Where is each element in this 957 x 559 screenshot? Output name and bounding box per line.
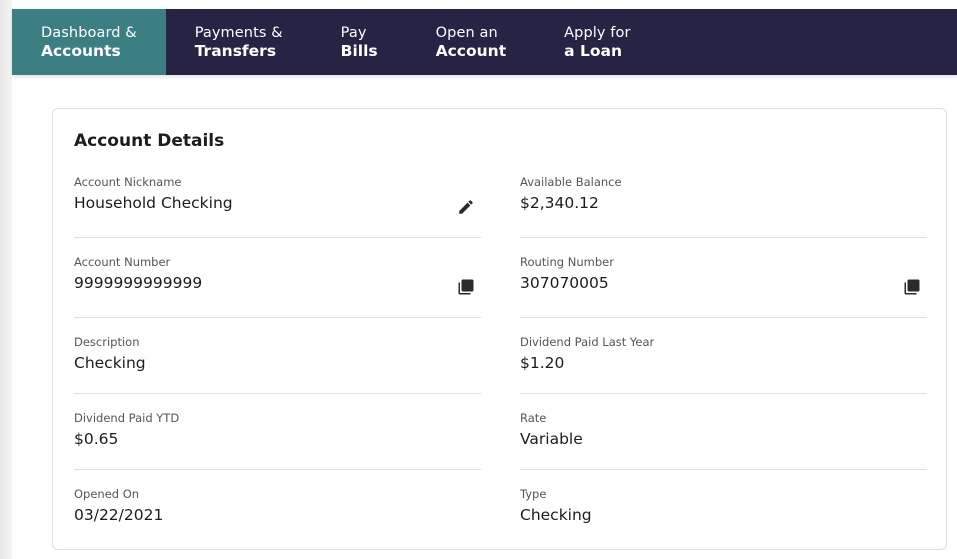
field-label: Account Nickname — [74, 175, 182, 189]
pencil-icon[interactable] — [457, 198, 475, 216]
nav-line1: Open an — [435, 24, 498, 41]
card-title: Account Details — [74, 131, 225, 151]
nav-line1: Pay — [340, 24, 367, 41]
field-label: Routing Number — [520, 255, 614, 269]
nav-line1: Dashboard & — [41, 24, 137, 41]
field-value: 03/22/2021 — [74, 506, 164, 524]
field-type: Type Checking — [520, 487, 927, 537]
nav-payments-transfers[interactable]: Payments & Transfers — [166, 9, 312, 75]
field-label: Dividend Paid Last Year — [520, 335, 655, 349]
field-label: Dividend Paid YTD — [74, 411, 180, 425]
field-opened-on: Opened On 03/22/2021 — [74, 487, 481, 537]
nav-line2: Accounts — [41, 41, 121, 60]
nav-line2: Bills — [340, 41, 378, 60]
field-label: Available Balance — [520, 175, 622, 189]
field-value: 9999999999999 — [74, 274, 203, 292]
field-description: Description Checking — [74, 335, 481, 394]
field-value: $0.65 — [74, 430, 119, 448]
copy-icon[interactable] — [457, 278, 475, 296]
left-gutter — [0, 0, 12, 559]
field-routing-number: Routing Number 307070005 — [520, 255, 927, 318]
nav-line2: Transfers — [194, 41, 277, 60]
nav-open-account[interactable]: Open an Account — [407, 9, 536, 75]
field-rate: Rate Variable — [520, 411, 927, 470]
main-nav: Dashboard & Accounts Payments & Transfer… — [12, 9, 957, 75]
field-value: 307070005 — [520, 274, 609, 292]
field-account-nickname: Account Nickname Household Checking — [74, 175, 481, 238]
field-label: Opened On — [74, 487, 140, 501]
field-value: $2,340.12 — [520, 194, 599, 212]
field-label: Description — [74, 335, 140, 349]
copy-icon[interactable] — [903, 278, 921, 296]
field-label: Account Number — [74, 255, 171, 269]
nav-dashboard-accounts[interactable]: Dashboard & Accounts — [12, 9, 166, 75]
account-details-card: Account Details Account Nickname Househo… — [52, 108, 947, 550]
nav-line1: Apply for — [564, 24, 631, 41]
field-label: Rate — [520, 411, 547, 425]
field-value: Household Checking — [74, 194, 233, 212]
field-value: Checking — [520, 506, 592, 524]
nav-line2: a Loan — [564, 41, 623, 60]
field-account-number: Account Number 9999999999999 — [74, 255, 481, 318]
field-value: Checking — [74, 354, 146, 372]
field-value: $1.20 — [520, 354, 565, 372]
nav-line2: Account — [435, 41, 507, 60]
nav-pay-bills[interactable]: Pay Bills — [312, 9, 407, 75]
field-label: Type — [520, 487, 547, 501]
field-value: Variable — [520, 430, 583, 448]
field-available-balance: Available Balance $2,340.12 — [520, 175, 927, 238]
nav-line1: Payments & — [194, 24, 283, 41]
field-dividend-ytd: Dividend Paid YTD $0.65 — [74, 411, 481, 470]
field-dividend-last-year: Dividend Paid Last Year $1.20 — [520, 335, 927, 394]
nav-apply-loan[interactable]: Apply for a Loan — [535, 9, 659, 75]
top-strip — [0, 0, 957, 9]
